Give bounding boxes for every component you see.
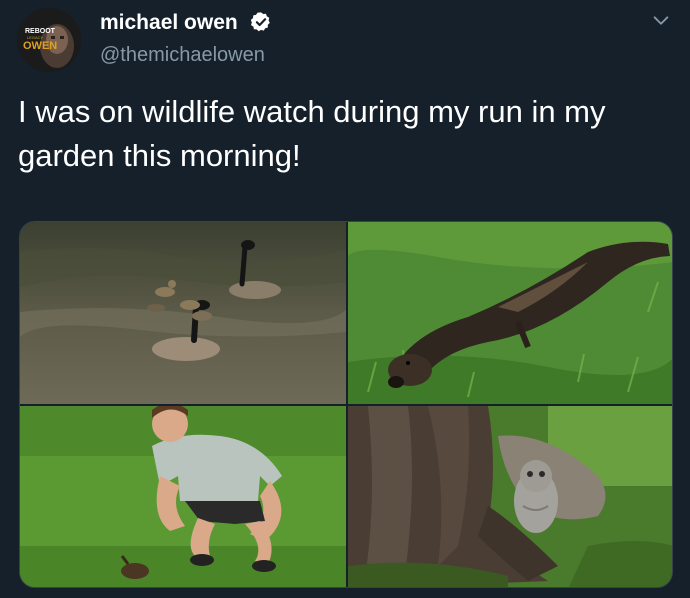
photo-owl-chick-at-tree[interactable] (348, 406, 672, 587)
media-grid (19, 221, 673, 588)
photo-man-crouching-with-bird[interactable] (20, 406, 346, 587)
tweet-text: I was on wildlife watch during my run in… (18, 94, 606, 173)
photo-mink-on-grass[interactable] (348, 222, 672, 404)
photo-geese-on-pond[interactable] (20, 222, 346, 404)
avatar-logo-bottom: OWEN (23, 40, 57, 52)
chevron-down-icon[interactable] (650, 10, 672, 32)
user-handle[interactable]: @themichaelowen (100, 43, 265, 67)
avatar-logo-top: REBOOT (25, 28, 56, 35)
display-name[interactable]: michael owen (100, 10, 238, 36)
tweet-card: REBOOT LEGACY OWEN michael owen @themich… (0, 0, 690, 598)
avatar[interactable]: REBOOT LEGACY OWEN (17, 8, 81, 72)
verified-badge-icon (250, 12, 270, 32)
